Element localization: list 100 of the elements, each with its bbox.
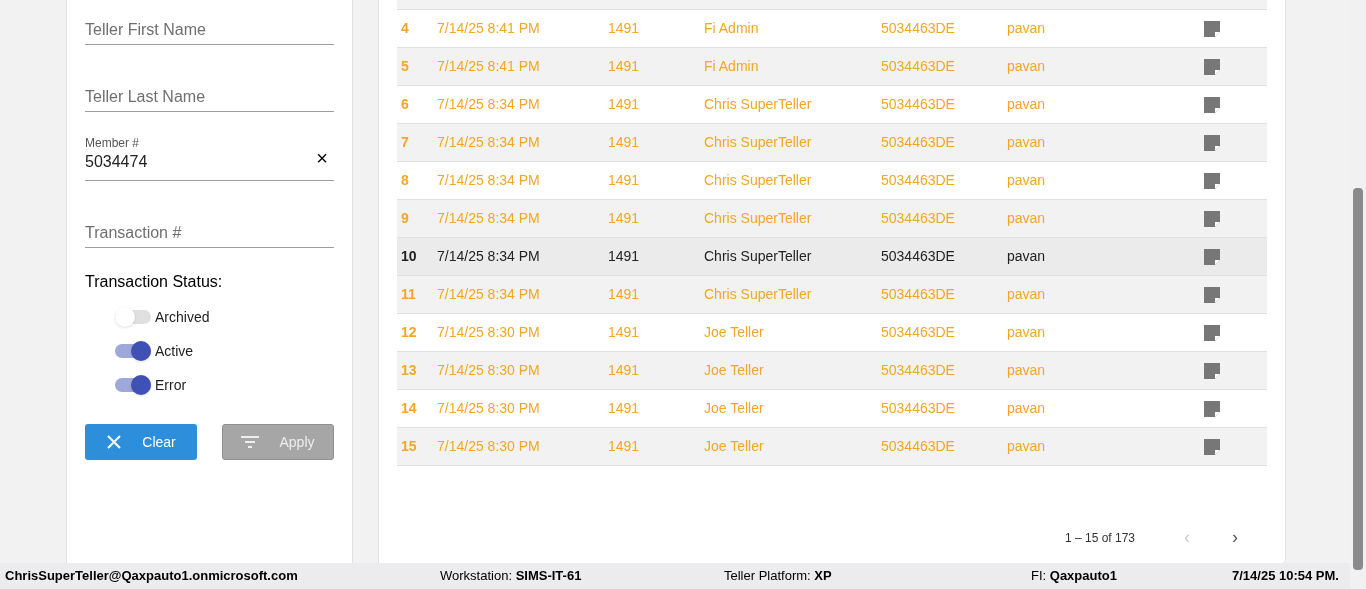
table-cell-text: 7/14/25 8:30 PM (437, 361, 541, 380)
table-cell-text: 7/14/25 8:30 PM (437, 399, 541, 418)
status-text: FI: Qaxpauto1 (1031, 567, 1118, 586)
table-cell-text: 7/14/25 8:34 PM (437, 95, 541, 114)
table-row[interactable]: 7 7/14/25 8:34 PM 1491 Chris SuperTeller 5034463DE pavan (397, 124, 1267, 162)
table-cell-text: 7/14/25 8:34 PM (437, 247, 541, 266)
table-cell-text: pavan (1007, 361, 1047, 380)
status-text: 7/14/25 10:54 PM. (1232, 567, 1339, 586)
note-icon[interactable] (1204, 210, 1220, 227)
table-cell-text: 7/14/25 8:34 PM (437, 285, 541, 304)
table-cell-text: 6 (400, 95, 410, 114)
table-cell-text: 5034463DE (881, 361, 956, 380)
table-cell-text: 1491 (608, 323, 641, 342)
table-cell-text: 7/14/25 8:30 PM (437, 437, 541, 456)
table-cell-text: 5034463DE (881, 133, 956, 152)
toggle-label: Archived (155, 307, 210, 327)
table-cell-text: Joe Teller (704, 399, 765, 418)
text-field[interactable]: Teller First Name (85, 18, 334, 45)
next-page-button[interactable]: › (1223, 524, 1247, 551)
table-cell-text: 1491 (608, 437, 641, 456)
table-cell-text: pavan (1007, 285, 1047, 304)
note-icon[interactable] (1204, 58, 1220, 75)
table-cell-text: 5034463DE (881, 399, 956, 418)
table-cell-text: 11 (400, 285, 417, 304)
table-cell-text: 1491 (608, 19, 641, 38)
table-cell-text: pavan (1007, 437, 1047, 456)
table-cell-text: 1491 (608, 285, 641, 304)
table-cell-text: 8 (400, 171, 410, 190)
table-row[interactable]: 5 7/14/25 8:41 PM 1491 Fi Admin 5034463DE pavan (397, 48, 1267, 86)
note-icon[interactable] (1204, 438, 1220, 455)
status-text: Teller Platform: XP (724, 567, 833, 586)
table-cell-text: pavan (1007, 209, 1047, 228)
table-cell-text: Joe Teller (704, 361, 765, 380)
table-cell-text: 1491 (608, 209, 641, 228)
note-icon[interactable] (1204, 248, 1220, 265)
table-row[interactable]: 15 7/14/25 8:30 PM 1491 Joe Teller 5034463DE pavan (397, 428, 1267, 466)
text-field[interactable]: Transaction # (85, 221, 334, 248)
table-cell-text: pavan (1007, 323, 1047, 342)
status-label: Transaction Status: (85, 272, 224, 292)
table-cell-text: 4 (400, 19, 410, 38)
table-row[interactable]: 10 7/14/25 8:34 PM 1491 Chris SuperTeller 5034463DE pavan (397, 238, 1267, 276)
table-cell-text: 1491 (608, 247, 641, 266)
table-row[interactable]: 9 7/14/25 8:34 PM 1491 Chris SuperTeller 5034463DE pavan (397, 200, 1267, 238)
table-cell-text: 7/14/25 8:41 PM (437, 57, 541, 76)
note-icon[interactable] (1204, 286, 1220, 303)
text-field[interactable]: Teller Last Name (85, 85, 334, 112)
toggle-switch[interactable] (115, 378, 151, 392)
table-cell-text: Chris SuperTeller (704, 285, 813, 304)
table-cell-text: 5034463DE (881, 19, 956, 38)
table-cell-text: 9 (400, 209, 410, 228)
table-cell-text: Chris SuperTeller (704, 247, 813, 266)
note-icon[interactable] (1204, 362, 1220, 379)
note-icon[interactable] (1204, 400, 1220, 417)
table-cell-text: Fi Admin (704, 19, 760, 38)
table-cell-text: pavan (1007, 133, 1047, 152)
table-cell-text: Chris SuperTeller (704, 209, 813, 228)
note-icon[interactable] (1204, 20, 1220, 37)
table-cell-text: 7/14/25 8:30 PM (437, 323, 541, 342)
table-cell-text: 5034463DE (881, 285, 956, 304)
table-cell-text: 7/14/25 8:34 PM (437, 133, 541, 152)
table-cell-text: Chris SuperTeller (704, 133, 813, 152)
table-cell-text: 7/14/25 8:34 PM (437, 209, 541, 228)
table-cell-text: Fi Admin (704, 57, 760, 76)
clear-button[interactable]: Clear (85, 424, 197, 460)
table-cell-text: 10 (400, 247, 418, 266)
table-cell-text: 1491 (608, 399, 641, 418)
table-cell-text: 7/14/25 8:41 PM (437, 19, 541, 38)
table-cell-text: pavan (1007, 247, 1047, 266)
table-cell-text: 13 (400, 361, 418, 380)
note-icon[interactable] (1204, 172, 1220, 189)
table-cell-text: 5 (400, 57, 410, 76)
table-cell-text: 1491 (608, 171, 641, 190)
table-cell-text: 1491 (608, 95, 641, 114)
clear-icon[interactable]: × (316, 148, 328, 168)
table-cell-text: 5034463DE (881, 437, 956, 456)
table-cell-text: 7 (400, 133, 410, 152)
table-cell-text: Chris SuperTeller (704, 171, 813, 190)
table-cell-text: 5034463DE (881, 323, 956, 342)
close-icon (106, 434, 123, 450)
toggle-label: Error (155, 375, 187, 395)
table-cell-text: 14 (400, 399, 418, 418)
note-icon[interactable] (1204, 324, 1220, 341)
table-cell-text: 5034463DE (881, 209, 956, 228)
table-row[interactable]: 11 7/14/25 8:34 PM 1491 Chris SuperTeller 5034463DE pavan (397, 276, 1267, 314)
table-cell-text: 7/14/25 8:34 PM (437, 171, 541, 190)
toggle-switch[interactable] (115, 310, 151, 324)
table-cell-text: pavan (1007, 57, 1047, 76)
member-field[interactable]: Member # 5034474 × (85, 136, 334, 181)
note-icon[interactable] (1204, 96, 1220, 113)
toggle-switch[interactable] (115, 344, 151, 358)
table-cell-text: pavan (1007, 95, 1047, 114)
table-cell-text: Chris SuperTeller (704, 95, 813, 114)
toggle-label: Active (155, 341, 194, 361)
note-icon[interactable] (1204, 134, 1220, 151)
status-text: Workstation: SIMS-IT-61 (440, 567, 583, 586)
table-row[interactable]: 13 7/14/25 8:30 PM 1491 Joe Teller 5034463DE pavan (397, 352, 1267, 390)
table-cell-text: 15 (400, 437, 418, 456)
table-cell-text: Joe Teller (704, 323, 765, 342)
page-range: 1 – 15 of 173 (1064, 529, 1135, 547)
table-cell-text: Joe Teller (704, 437, 765, 456)
